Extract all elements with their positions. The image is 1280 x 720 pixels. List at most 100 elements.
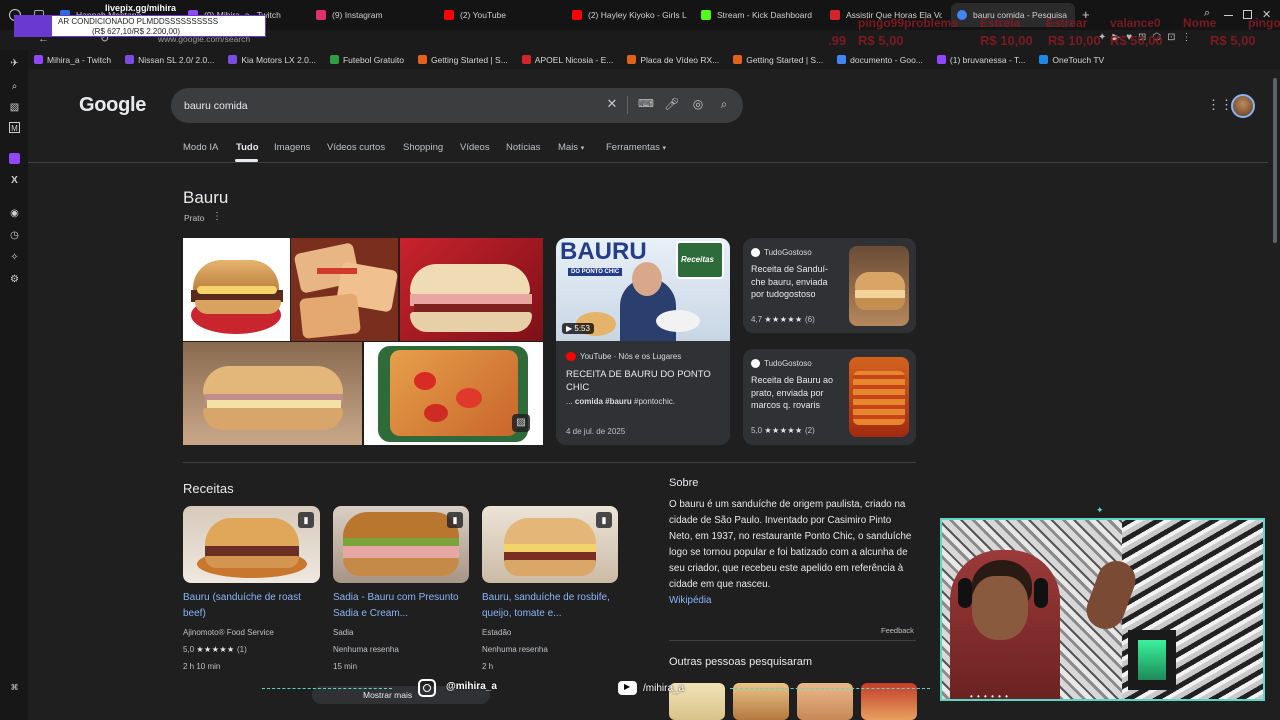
bookmark-item[interactable]: documento - Goo... — [837, 55, 923, 65]
food-image-1[interactable] — [183, 238, 290, 341]
recipe-image-1[interactable]: ▮ — [183, 506, 320, 583]
keyboard-icon[interactable]: ⌨ — [638, 97, 654, 111]
bookmark-item[interactable]: Futebol Gratuito — [329, 55, 404, 65]
video-title[interactable]: RECEITA DE BAURU DO PONTO CHIC — [566, 368, 716, 394]
sidebar-play-icon[interactable]: ◉ — [9, 208, 20, 219]
sidebar-bottom-icon[interactable]: ⌘ — [9, 682, 20, 693]
tab-videos[interactable]: Vídeos — [460, 142, 490, 153]
video-source[interactable]: YouTube · Nós e os Lugares — [580, 352, 681, 361]
recipe-title-2[interactable]: Sadia - Bauru com Presunto Sadia e Cream… — [333, 590, 473, 622]
bookmark-item[interactable]: Nissan SL 2.0/ 2.0... — [125, 55, 214, 65]
card-image — [849, 357, 909, 437]
youtube-icon — [444, 10, 454, 20]
sidebar-image-icon[interactable]: ▧ — [9, 102, 20, 113]
bookmark-item[interactable]: Getting Started | S... — [417, 55, 508, 65]
settings-icon[interactable]: ⚙ — [9, 274, 20, 285]
recipe-source-2: Sadia — [333, 628, 354, 637]
bookmark-favicon — [627, 55, 637, 64]
scrollbar-thumb[interactable] — [1273, 78, 1277, 243]
video-thumb-badge: Receitas — [681, 255, 714, 264]
bookmark-item[interactable]: (1) bruvanessa - T... — [936, 55, 1025, 65]
recipe-image-2[interactable]: ▮ — [333, 506, 469, 583]
bookmark-item[interactable]: OneTouch TV — [1039, 55, 1104, 65]
tab-noticias[interactable]: Notícias — [506, 142, 540, 153]
search-query: bauru comida — [184, 99, 248, 112]
recipe-title-1[interactable]: Bauru (sanduíche de roast beef) — [183, 590, 323, 622]
avatar[interactable] — [1231, 94, 1255, 118]
dotted-line — [730, 688, 930, 689]
recipe-side-card-2[interactable]: TudoGostoso Receita de Bauru ao prato, e… — [743, 349, 916, 445]
bookmark-icon[interactable]: ▮ — [447, 512, 463, 528]
youtube-play-glyph: ▶ — [624, 682, 631, 691]
microphone-icon[interactable]: 🎤︎ — [664, 97, 679, 111]
tab-mais[interactable]: Mais ▾ — [558, 142, 584, 153]
extensions-icon[interactable]: ✧ — [9, 252, 20, 263]
recipe-source-3: Estadão — [482, 628, 512, 637]
bookmark-item[interactable]: Mihira_a - Twitch — [34, 55, 111, 65]
minimize-icon[interactable] — [1224, 15, 1233, 16]
youtube-handle: /mihira_a — [643, 683, 685, 694]
bookmark-favicon — [125, 55, 135, 64]
x-icon[interactable]: X — [9, 175, 20, 186]
sidebar-nav-icon[interactable]: ✈ — [9, 58, 20, 69]
food-image-3[interactable] — [400, 238, 543, 341]
overlay-name-5: Nome — [1183, 16, 1217, 30]
google-logo[interactable]: Google — [79, 94, 146, 117]
feedback-link[interactable]: Feedback — [881, 626, 914, 635]
sidebar-m-icon[interactable]: M — [9, 122, 20, 133]
card-rating: 4,7 ★★★★★ (6) — [751, 315, 815, 324]
tab-3[interactable]: (9) Instagram — [316, 3, 436, 27]
browser-sidebar: ✈ ⌕ ▧ M X ◉ ◷ ✧ ⚙ ⌘ — [0, 50, 28, 720]
recipe-time-2: 15 min — [333, 662, 358, 671]
card-image — [849, 246, 909, 326]
clear-icon[interactable]: ✕ — [605, 97, 619, 111]
recipe-side-card-1[interactable]: TudoGostoso Receita de Sanduí-che bauru,… — [743, 238, 916, 333]
image-search-icon[interactable]: ▨ — [512, 414, 530, 432]
more-options-icon[interactable]: ⋮ — [212, 211, 222, 222]
tab-modo-ia[interactable]: Modo IA — [183, 142, 218, 153]
google-icon — [957, 10, 967, 20]
webcam-overlay: • • • • • • — [940, 518, 1265, 701]
bookmark-item[interactable]: Placa de Vídeo RX... — [627, 55, 719, 65]
bookmark-favicon — [228, 55, 238, 64]
tab-6[interactable]: Stream - Kick Dashboard — [701, 3, 821, 27]
bookmark-item[interactable]: Getting Started | S... — [733, 55, 823, 65]
video-thumbnail[interactable]: BAURU DO PONTO CHIC Receitas ▶ 5:53 — [556, 238, 730, 341]
tab-5[interactable]: (2) Hayley Kiyoko - Girls L — [572, 3, 687, 27]
recipe-time-1: 2 h 10 min — [183, 662, 221, 671]
recipe-image-3[interactable]: ▮ — [482, 506, 618, 583]
food-image-2[interactable] — [291, 238, 398, 341]
bookmark-label: documento - Goo... — [850, 54, 923, 65]
tab-favicon — [830, 10, 840, 20]
about-divider — [669, 640, 916, 641]
bookmark-item[interactable]: Kia Motors LX 2.0... — [228, 55, 316, 65]
tab-imagens[interactable]: Imagens — [274, 142, 310, 153]
bookmark-favicon — [329, 55, 339, 64]
tab-tudo[interactable]: Tudo — [236, 142, 259, 153]
lens-icon[interactable]: ◎ — [691, 97, 705, 111]
tab-ferramentas[interactable]: Ferramentas ▾ — [606, 142, 666, 153]
sidebar-search-icon[interactable]: ⌕ — [9, 81, 20, 92]
recipes-heading: Receitas — [183, 481, 234, 496]
bookmark-icon[interactable]: ▮ — [596, 512, 612, 528]
tab-videos-curtos[interactable]: Vídeos curtos — [327, 142, 385, 153]
bookmark-label: Kia Motors LX 2.0... — [241, 54, 316, 65]
food-image-5[interactable]: ▨ — [364, 342, 543, 445]
tab-shopping[interactable]: Shopping — [403, 142, 443, 153]
recipe-title-3[interactable]: Bauru, sanduíche de rosbife, queijo, tom… — [482, 590, 622, 622]
recipe-rating-3: Nenhuma resenha — [482, 645, 548, 654]
search-input[interactable]: bauru comida — [171, 88, 743, 123]
tab-4[interactable]: (2) YouTube — [444, 3, 564, 27]
bookmark-icon[interactable]: ▮ — [298, 512, 314, 528]
food-image-4[interactable] — [183, 342, 362, 445]
search-icon[interactable]: ⌕ — [717, 97, 731, 111]
bookmark-label: Placa de Vídeo RX... — [640, 54, 720, 65]
divider-line — [627, 96, 628, 114]
card-title: Receita de Bauru ao prato, enviada por m… — [751, 375, 834, 410]
bookmark-item[interactable]: APOEL Nicosia - E... — [521, 55, 613, 65]
overlay-name-6: pingo — [1248, 16, 1280, 30]
history-icon[interactable]: ◷ — [9, 230, 20, 241]
twitch-icon[interactable] — [9, 153, 20, 164]
wikipedia-link[interactable]: Wikipédia — [669, 595, 711, 606]
webcam-dots: • • • • • • — [970, 692, 1009, 701]
